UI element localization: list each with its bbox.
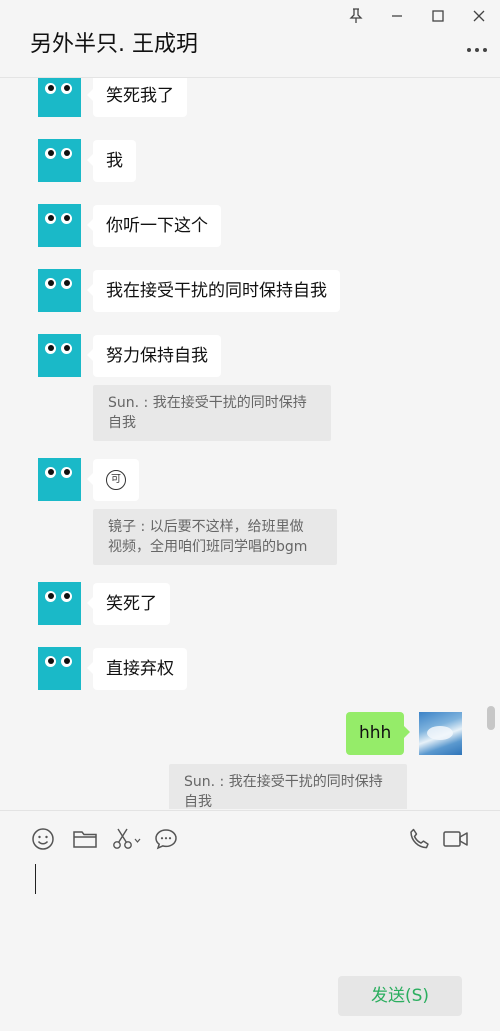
quoted-reply[interactable]: Sun. : 我在接受干扰的同时保持 自我: [169, 764, 407, 809]
my-message-bubble[interactable]: hhh: [346, 712, 411, 755]
avatar[interactable]: [38, 647, 81, 690]
avatar[interactable]: [38, 269, 81, 312]
folder-icon[interactable]: [72, 827, 98, 853]
maximize-icon[interactable]: [428, 6, 448, 26]
message-bubble[interactable]: 笑死我了: [87, 78, 187, 117]
chat-title: 另外半只. 王成玥: [30, 32, 198, 57]
avatar[interactable]: [38, 78, 81, 117]
quote-text: 自我: [108, 415, 136, 431]
send-button[interactable]: 发送(S): [338, 976, 462, 1016]
message-bubble[interactable]: 努力保持自我: [87, 335, 221, 377]
scissors-icon[interactable]: [112, 827, 142, 853]
message-list[interactable]: 笑死我了 我 你听一下这个 我在接受干扰的同时保持自我 努力保持自我 Sun. …: [0, 78, 500, 809]
quoted-reply[interactable]: Sun. : 我在接受干扰的同时保持 自我: [93, 385, 331, 441]
minimize-icon[interactable]: [387, 6, 407, 26]
quote-text: 镜子 : 以后要不这样，给班里做: [108, 519, 304, 535]
avatar[interactable]: [38, 582, 81, 625]
message-bubble[interactable]: 直接弃权: [87, 648, 187, 690]
avatar[interactable]: [38, 334, 81, 377]
avatar[interactable]: [38, 458, 81, 501]
more-icon[interactable]: [466, 38, 488, 52]
avatar[interactable]: [38, 204, 81, 247]
pin-icon[interactable]: [346, 6, 366, 26]
composer[interactable]: 发送(S): [0, 810, 500, 1031]
my-avatar[interactable]: [419, 712, 462, 755]
avatar[interactable]: [38, 139, 81, 182]
message-bubble[interactable]: 可: [87, 459, 139, 501]
text-input-caret[interactable]: [35, 864, 36, 894]
quote-text: Sun. : 我在接受干扰的同时保持: [108, 395, 307, 411]
quoted-reply[interactable]: 镜子 : 以后要不这样，给班里做 视频，全用咱们班同学唱的bgm: [93, 509, 337, 565]
close-icon[interactable]: [469, 6, 489, 26]
message-bubble[interactable]: 笑死了: [87, 583, 170, 625]
title-bar: 另外半只. 王成玥: [0, 0, 500, 78]
quote-text: 自我: [184, 794, 212, 809]
phone-icon[interactable]: [407, 827, 433, 853]
scrollbar-thumb[interactable]: [487, 706, 495, 730]
quote-text: 视频，全用咱们班同学唱的bgm: [108, 539, 308, 555]
video-icon[interactable]: [442, 827, 470, 853]
message-bubble[interactable]: 我: [87, 140, 136, 182]
message-bubble[interactable]: 我在接受干扰的同时保持自我: [87, 270, 340, 312]
quote-text: Sun. : 我在接受干扰的同时保持: [184, 774, 383, 790]
message-bubble[interactable]: 你听一下这个: [87, 205, 221, 247]
emoji-icon[interactable]: [31, 827, 57, 853]
chat-history-icon[interactable]: [154, 827, 180, 853]
ke-emoji-icon: 可: [106, 470, 126, 490]
